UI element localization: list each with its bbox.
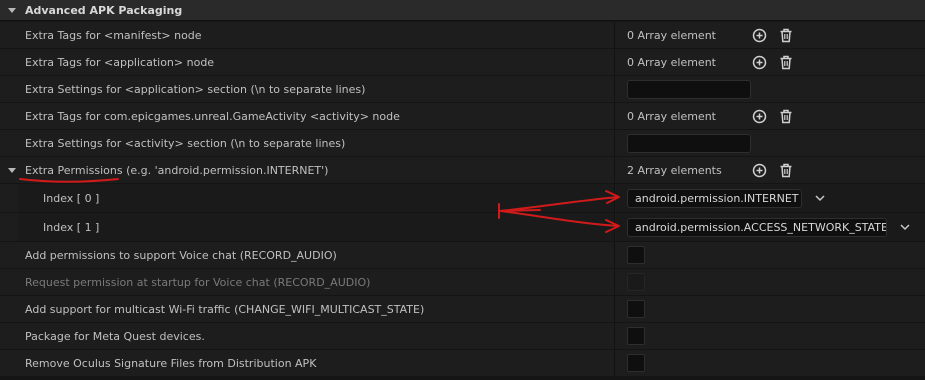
property-row-activity-tags: Extra Tags for com.epicgames.unreal.Game… bbox=[0, 103, 925, 130]
caret-down-icon[interactable] bbox=[7, 165, 17, 175]
property-label: Add permissions to support Voice chat (R… bbox=[25, 248, 337, 262]
property-label: Remove Oculus Signature Files from Distr… bbox=[25, 356, 317, 370]
multicast-checkbox[interactable] bbox=[627, 300, 645, 318]
property-row-manifest-tags: Extra Tags for <manifest> node 0 Array e… bbox=[0, 22, 925, 49]
permission-input-0[interactable]: android.permission.INTERNET bbox=[627, 188, 802, 208]
property-label: Extra Settings for <activity> section (\… bbox=[25, 136, 346, 150]
caret-down-icon bbox=[5, 3, 19, 17]
add-circle-icon[interactable] bbox=[751, 108, 768, 125]
property-row-multicast: Add support for multicast Wi-Fi traffic … bbox=[0, 296, 925, 323]
meta-quest-checkbox[interactable] bbox=[627, 327, 645, 345]
section-header-advanced-apk-packaging[interactable]: Advanced APK Packaging bbox=[0, 0, 925, 21]
oculus-signature-checkbox[interactable] bbox=[627, 354, 645, 372]
property-label: Extra Tags for com.epicgames.unreal.Game… bbox=[25, 109, 400, 123]
property-row-extra-permissions: Extra Permissions (e.g. 'android.permiss… bbox=[0, 157, 925, 184]
trash-icon[interactable] bbox=[777, 108, 794, 125]
chevron-down-icon[interactable] bbox=[899, 221, 911, 233]
add-circle-icon[interactable] bbox=[751, 162, 768, 179]
trash-icon[interactable] bbox=[777, 162, 794, 179]
property-hint: (e.g. 'android.permission.INTERNET') bbox=[122, 163, 329, 177]
property-label: Extra Tags for <application> node bbox=[25, 55, 215, 69]
add-circle-icon[interactable] bbox=[751, 54, 768, 71]
property-row-voice-chat-startup: Request permission at startup for Voice … bbox=[0, 269, 925, 296]
chevron-down-icon[interactable] bbox=[814, 192, 826, 204]
property-label: Extra Settings for <application> section… bbox=[25, 82, 366, 96]
property-row-application-tags: Extra Tags for <application> node 0 Arra… bbox=[0, 49, 925, 76]
array-index-label: Index [ 0 ] bbox=[43, 191, 100, 205]
property-row-application-settings: Extra Settings for <application> section… bbox=[0, 76, 925, 103]
property-row-meta-quest: Package for Meta Quest devices. bbox=[0, 323, 925, 350]
property-label: Package for Meta Quest devices. bbox=[25, 329, 205, 343]
application-settings-input[interactable] bbox=[627, 79, 751, 99]
voice-chat-checkbox[interactable] bbox=[627, 246, 645, 264]
array-count: 2 Array elements bbox=[627, 163, 722, 177]
property-row-voice-chat: Add permissions to support Voice chat (R… bbox=[0, 242, 925, 269]
trash-icon[interactable] bbox=[777, 54, 794, 71]
permission-input-1[interactable]: android.permission.ACCESS_NETWORK_STATE bbox=[627, 217, 887, 237]
property-row-oculus-signature: Remove Oculus Signature Files from Distr… bbox=[0, 350, 925, 377]
property-label: Request permission at startup for Voice … bbox=[25, 275, 371, 289]
voice-chat-startup-checkbox bbox=[627, 273, 645, 291]
section-title: Advanced APK Packaging bbox=[25, 3, 183, 17]
array-count: 0 Array element bbox=[627, 55, 716, 69]
add-circle-icon[interactable] bbox=[751, 27, 768, 44]
array-element-row-1: Index [ 1 ] android.permission.ACCESS_NE… bbox=[0, 213, 925, 242]
property-label: Add support for multicast Wi-Fi traffic … bbox=[25, 302, 425, 316]
array-count: 0 Array element bbox=[627, 28, 716, 42]
array-count: 0 Array element bbox=[627, 109, 716, 123]
property-label: Extra Permissions bbox=[25, 163, 123, 177]
property-label: Extra Tags for <manifest> node bbox=[25, 28, 202, 42]
trash-icon[interactable] bbox=[777, 27, 794, 44]
activity-settings-input[interactable] bbox=[627, 133, 751, 153]
property-row-activity-settings: Extra Settings for <activity> section (\… bbox=[0, 130, 925, 157]
array-index-label: Index [ 1 ] bbox=[43, 220, 100, 234]
array-element-row-0: Index [ 0 ] android.permission.INTERNET bbox=[0, 184, 925, 213]
